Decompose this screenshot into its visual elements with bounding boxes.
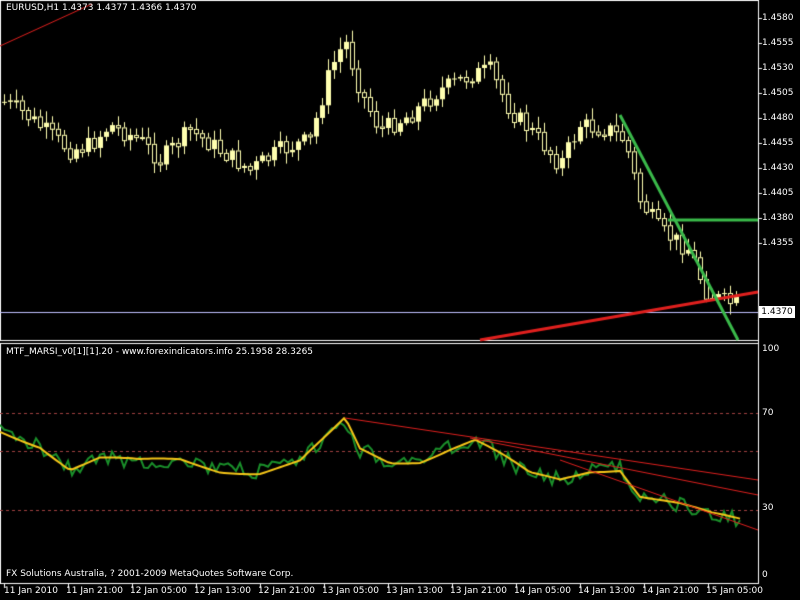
current-price-badge: 1.4370 <box>759 306 795 318</box>
price-axis-label: 1.4355 <box>762 238 794 248</box>
price-axis-label: 1.4455 <box>762 138 794 148</box>
price-axis-label: 1.4505 <box>762 88 794 98</box>
time-axis-label: 15 Jan 05:00 <box>706 586 763 596</box>
price-axis-label: 1.4580 <box>762 13 794 23</box>
time-axis-label: 13 Jan 05:00 <box>322 586 379 596</box>
indicator-level-label: 30 <box>762 503 774 513</box>
time-axis-label: 14 Jan 21:00 <box>642 586 699 596</box>
time-axis-label: 13 Jan 21:00 <box>450 586 507 596</box>
chart-canvas[interactable] <box>0 0 800 600</box>
time-axis-label: 11 Jan 21:00 <box>66 586 123 596</box>
price-axis-label: 1.4380 <box>762 213 794 223</box>
time-axis-label: 12 Jan 13:00 <box>194 586 251 596</box>
indicator-header: MTF_MARSI_v0[1][1].20 - www.forexindicat… <box>6 347 314 357</box>
price-axis-label: 1.4405 <box>762 188 794 198</box>
time-axis-label: 12 Jan 21:00 <box>258 586 315 596</box>
time-axis-label: 11 Jan 2010 <box>4 586 58 596</box>
indicator-level-label: 0 <box>762 570 768 580</box>
time-axis-label: 12 Jan 05:00 <box>130 586 187 596</box>
price-axis-label: 1.4480 <box>762 113 794 123</box>
time-axis-label: 14 Jan 05:00 <box>514 586 571 596</box>
copyright-text: FX Solutions Australia, ? 2001-2009 Meta… <box>6 569 294 579</box>
price-axis-label: 1.4430 <box>762 163 794 173</box>
price-axis-label: 1.4555 <box>762 38 794 48</box>
time-axis-label: 13 Jan 13:00 <box>386 586 443 596</box>
price-axis-label: 1.4530 <box>762 63 794 73</box>
main-chart-header: EURUSD,H1 1.4373 1.4377 1.4366 1.4370 <box>6 3 197 13</box>
indicator-level-label: 70 <box>762 408 774 418</box>
time-axis-label: 14 Jan 13:00 <box>578 586 635 596</box>
indicator-level-label: 100 <box>762 344 780 354</box>
